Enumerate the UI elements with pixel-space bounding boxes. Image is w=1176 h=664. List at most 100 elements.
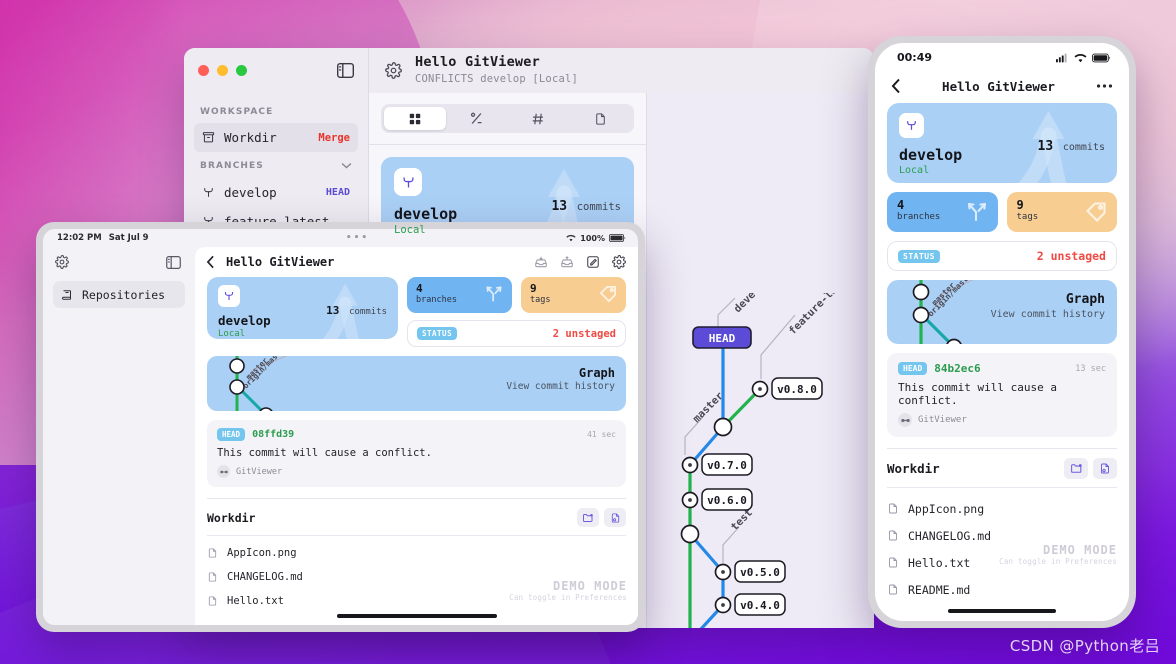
push-icon[interactable] [560, 255, 574, 269]
home-indicator[interactable] [336, 614, 497, 618]
branch-summary-card[interactable]: 13 commits develop Local [887, 103, 1117, 183]
graph-card[interactable]: master origin/mast Graph View commit his… [207, 356, 626, 411]
list-item[interactable]: README.md [887, 576, 1117, 603]
sidebar-item-develop[interactable]: develop HEAD [194, 178, 358, 207]
chevron-left-icon[interactable] [891, 78, 901, 94]
gear-icon[interactable] [385, 62, 402, 79]
branch-summary-card[interactable]: 13 commits develop Local [207, 277, 398, 339]
list-item[interactable]: CHANGELOG.md [887, 522, 1117, 549]
phone-stats-row: 4 branches 9 tags [887, 192, 1117, 232]
stat-card-tags[interactable]: 9 tags [521, 277, 626, 313]
workdir-title: Workdir [207, 510, 256, 525]
new-file-icon[interactable] [1093, 458, 1117, 479]
status-time: 00:49 [897, 51, 933, 64]
tab-overview[interactable] [384, 107, 446, 130]
branch-icon-tile [394, 168, 422, 196]
branch-name: develop [899, 146, 963, 164]
list-item[interactable]: CHANGELOG.md [207, 565, 626, 589]
csdn-watermark: CSDN @Python老吕 [1009, 637, 1160, 655]
gear-icon[interactable] [55, 255, 69, 269]
avatar [217, 465, 230, 478]
phone-window: 00:49 Hello GitViewer 13 commits develop… [868, 36, 1136, 628]
svg-text:v0.4.0: v0.4.0 [740, 599, 780, 612]
home-indicator[interactable] [948, 609, 1056, 613]
tablet-navbar: Hello GitViewer [195, 247, 638, 277]
file-icon [207, 595, 218, 607]
chevron-down-icon[interactable] [341, 155, 352, 169]
tablet-summary-row: 13 commits develop Local 4 branches 9 ta… [207, 277, 626, 347]
list-item[interactable]: AppIcon.png [207, 541, 626, 565]
chevron-left-icon[interactable] [206, 255, 215, 269]
close-window-button[interactable] [198, 65, 209, 76]
tab-commits[interactable] [508, 107, 570, 130]
stat-card-tags[interactable]: 9 tags [1006, 192, 1117, 232]
traffic-lights[interactable] [198, 65, 247, 76]
graph-card[interactable]: master origin/mast Graph View commit his… [887, 280, 1117, 344]
head-chip: HEAD [217, 428, 246, 441]
new-folder-icon[interactable] [577, 508, 599, 527]
commit-card[interactable]: HEAD 84b2ec6 13 sec This commit will cau… [887, 353, 1117, 437]
status-card[interactable]: STATUS 2 unstaged [887, 241, 1117, 271]
stat-card-branches[interactable]: 4 branches [887, 192, 998, 232]
sidebar-section-branches-row[interactable]: BRANCHES [194, 152, 358, 171]
graph-tag-v080: v0.8.0 [771, 377, 823, 400]
phone-scroll-area[interactable]: 13 commits develop Local 4 branches 9 ta… [875, 103, 1129, 603]
sidebar-toggle-icon[interactable] [337, 63, 354, 78]
commit-graph-pane[interactable]: develop feature-latest master test HEAD [647, 93, 874, 628]
commit-card[interactable]: HEAD 08ffd39 41 sec This commit will cau… [207, 420, 626, 487]
graph-card-subtitle: View commit history [506, 381, 615, 392]
file-icon [887, 583, 899, 596]
tablet-multitask-handle[interactable]: ••• [346, 233, 369, 243]
sidebar-item-workdir[interactable]: Workdir Merge [194, 123, 358, 152]
segmented-control[interactable] [381, 104, 634, 133]
demo-mode-subtitle: Can toggle in Preferences [999, 557, 1117, 566]
status-date: Sat Jul 9 [108, 233, 149, 243]
zoom-window-button[interactable] [236, 65, 247, 76]
unstaged-count: 2 unstaged [1036, 249, 1106, 263]
new-folder-icon[interactable] [1064, 458, 1088, 479]
branch-icon [202, 186, 215, 199]
sidebar-item-repositories[interactable]: Repositories [53, 281, 185, 308]
list-item[interactable]: Hello.txt DEMO MODE Can toggle in Prefer… [887, 543, 1117, 576]
minimize-window-button[interactable] [217, 65, 228, 76]
status-chip: STATUS [898, 249, 940, 263]
branch-name: develop [394, 205, 458, 223]
sidebar-toggle-icon[interactable] [166, 255, 181, 269]
list-item[interactable]: Hello.txt [207, 589, 626, 608]
graph-tag-v040: v0.4.0 [734, 593, 786, 616]
svg-text:v0.5.0: v0.5.0 [740, 566, 780, 579]
workdir-actions [1064, 458, 1117, 479]
stat-card-branches[interactable]: 4 branches [407, 277, 512, 313]
file-name: CHANGELOG.md [227, 571, 303, 583]
tag-icon [598, 284, 618, 304]
graph-card-label: Graph View commit history [506, 366, 615, 392]
file-icon [887, 556, 899, 569]
sidebar-item-label: develop [224, 185, 277, 200]
commit-card-header: HEAD 84b2ec6 13 sec [898, 362, 1106, 375]
compose-icon[interactable] [586, 255, 600, 269]
gear-icon[interactable] [612, 255, 626, 269]
tablet-scroll-area[interactable]: 13 commits develop Local 4 branches 9 ta… [195, 277, 638, 608]
branch-icon-tile [218, 285, 240, 307]
commit-time: 41 sec [587, 430, 616, 439]
ellipsis-icon[interactable] [1096, 83, 1113, 89]
commit-time: 13 sec [1075, 363, 1106, 374]
tab-diff[interactable] [446, 107, 508, 130]
list-item[interactable]: AppIcon.png [887, 495, 1117, 522]
tab-files[interactable] [569, 107, 631, 130]
graph-card-label: Graph View commit history [991, 292, 1105, 320]
archive-box-icon [202, 131, 215, 144]
workdir-title: Workdir [887, 461, 940, 476]
pull-icon[interactable] [534, 255, 548, 269]
status-card[interactable]: STATUS 2 unstaged [407, 320, 626, 347]
file-icon [207, 547, 218, 559]
graph-card-preview: master origin/mast [229, 356, 288, 411]
titlebar-left [184, 48, 369, 93]
commit-message: This commit will cause a conflict. [217, 447, 432, 459]
new-file-icon[interactable] [604, 508, 626, 527]
file-icon [887, 529, 899, 542]
commit-hash: 84b2ec6 [934, 362, 981, 375]
svg-text:v0.6.0: v0.6.0 [707, 494, 747, 507]
tablet-window: 12:02 PM Sat Jul 9 ••• 100% Repositories… [36, 222, 645, 632]
commit-graph[interactable]: develop feature-latest master test HEAD [655, 293, 870, 628]
